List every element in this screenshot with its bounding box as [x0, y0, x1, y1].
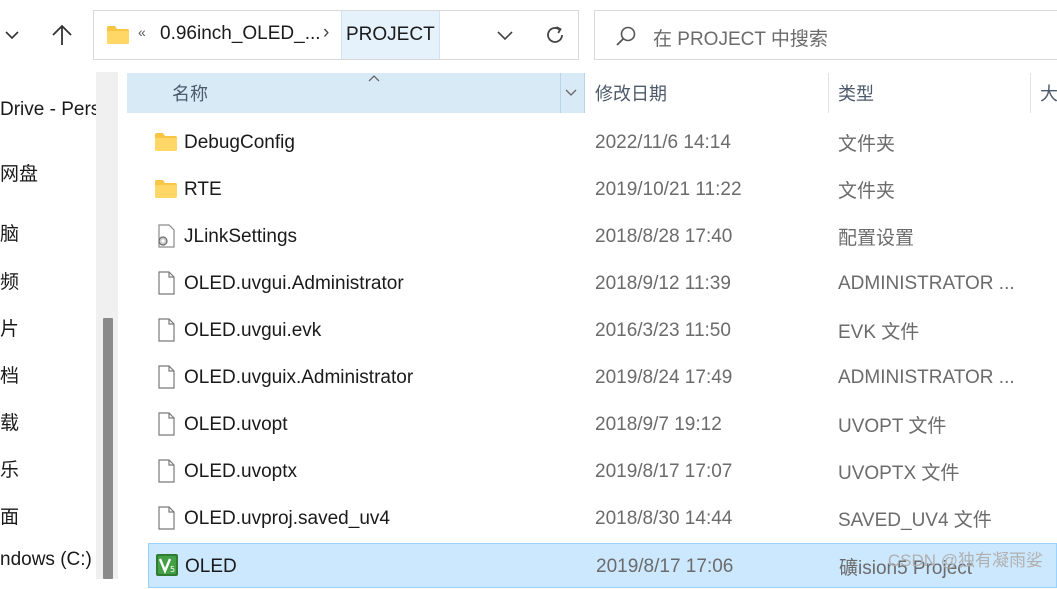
- recent-locations-button[interactable]: [0, 17, 30, 53]
- file-row[interactable]: JLinkSettings 2018/8/28 17:40 配置设置: [148, 214, 1057, 259]
- breadcrumb-parent[interactable]: 0.96inch_OLED_...: [160, 23, 321, 45]
- folder-icon: [155, 133, 177, 151]
- file-type: ADMINISTRATOR ...: [838, 366, 1015, 388]
- column-header-date[interactable]: 修改日期: [595, 73, 667, 113]
- column-divider[interactable]: [828, 73, 829, 113]
- watermark: CSDN @独有凝雨娑: [887, 551, 1043, 570]
- header-divider: [560, 73, 561, 113]
- sidebar-item-pictures[interactable]: 片: [0, 314, 19, 341]
- sidebar-item-music[interactable]: 乐: [0, 455, 19, 482]
- column-header-name-label: 名称: [172, 84, 208, 104]
- file-date: 2019/8/17 17:07: [595, 460, 733, 482]
- file-name: OLED.uvguix.Administrator: [184, 366, 414, 388]
- file-name: OLED.uvgui.evk: [184, 319, 322, 341]
- file-row[interactable]: OLED.uvoptx 2019/8/17 17:07 UVOPTX 文件: [148, 449, 1057, 494]
- address-history-button[interactable]: [487, 17, 523, 53]
- file-icon: [158, 412, 175, 436]
- file-type: 文件夹: [838, 181, 896, 202]
- search-box[interactable]: 在 PROJECT 中搜索: [594, 10, 1057, 60]
- column-header-type-label: 类型: [838, 84, 874, 104]
- chevron-down-icon[interactable]: [565, 89, 577, 97]
- folder-icon: [107, 26, 129, 44]
- file-icon: [158, 365, 175, 389]
- search-placeholder: 在 PROJECT 中搜索: [653, 29, 828, 50]
- file-row[interactable]: RTE 2019/10/21 11:22 文件夹: [148, 167, 1057, 212]
- settings-file-icon: [158, 224, 175, 248]
- column-header-size-label: 大: [1040, 84, 1057, 104]
- sidebar-item-this-pc[interactable]: 脑: [0, 219, 19, 246]
- sidebar-item-downloads[interactable]: 载: [0, 408, 19, 435]
- file-name: DebugConfig: [184, 131, 295, 153]
- file-date: 2019/8/17 17:06: [596, 555, 734, 577]
- up-button[interactable]: [44, 17, 80, 53]
- file-icon: [158, 506, 175, 530]
- column-header-size[interactable]: 大: [1040, 73, 1057, 113]
- file-name: OLED.uvopt: [184, 413, 288, 435]
- arrow-up-icon: [52, 24, 72, 45]
- keil-project-icon: 5: [156, 554, 178, 576]
- file-date: 2018/9/7 19:12: [595, 413, 722, 435]
- breadcrumb-separator[interactable]: ›: [323, 22, 329, 44]
- svg-text:5: 5: [170, 565, 175, 574]
- column-header-date-label: 修改日期: [595, 84, 667, 104]
- column-header-name[interactable]: 名称: [127, 73, 585, 113]
- sidebar-item-onedrive[interactable]: Drive - Pers: [0, 99, 100, 121]
- sidebar-item-documents[interactable]: 档: [0, 361, 19, 388]
- search-icon: [616, 26, 636, 46]
- file-type: SAVED_UV4 文件: [838, 510, 992, 531]
- file-row[interactable]: OLED.uvproj.saved_uv4 2018/8/30 14:44 SA…: [148, 496, 1057, 541]
- overflow-chevron[interactable]: «: [138, 24, 146, 40]
- refresh-icon: [547, 26, 563, 43]
- chevron-down-icon: [5, 31, 19, 40]
- file-type: UVOPTX 文件: [838, 463, 960, 484]
- file-icon: [158, 459, 175, 483]
- sidebar-item-videos[interactable]: 频: [0, 267, 19, 294]
- file-name: OLED.uvgui.Administrator: [184, 272, 404, 294]
- folder-icon: [155, 180, 177, 198]
- file-name: OLED.uvproj.saved_uv4: [184, 507, 390, 529]
- file-type: 配置设置: [838, 228, 915, 249]
- address-bar[interactable]: « 0.96inch_OLED_... › PROJECT: [93, 10, 579, 60]
- file-type: 文件夹: [838, 134, 896, 155]
- chevron-down-icon: [497, 31, 513, 41]
- file-row[interactable]: OLED.uvgui.evk 2016/3/23 11:50 EVK 文件: [148, 308, 1057, 353]
- navigation-bar: « 0.96inch_OLED_... › PROJECT 在 PROJECT …: [0, 0, 1057, 72]
- file-row[interactable]: OLED.uvguix.Administrator 2019/8/24 17:4…: [148, 355, 1057, 400]
- file-date: 2019/10/21 11:22: [595, 178, 742, 200]
- refresh-button[interactable]: [537, 17, 573, 53]
- file-icon: [158, 318, 175, 342]
- file-name: JLinkSettings: [184, 225, 298, 247]
- file-type: UVOPT 文件: [838, 416, 947, 437]
- file-type: EVK 文件: [838, 322, 920, 343]
- sidebar-item-drive-c[interactable]: ndows (C:): [0, 549, 92, 571]
- file-date: 2018/8/30 14:44: [595, 507, 733, 529]
- sidebar-item-desktop[interactable]: 面: [0, 502, 19, 529]
- file-date: 2022/11/6 14:14: [595, 131, 731, 153]
- column-divider[interactable]: [1030, 73, 1031, 113]
- column-header-type[interactable]: 类型: [838, 73, 874, 113]
- file-row[interactable]: OLED.uvopt 2018/9/7 19:12 UVOPT 文件: [148, 402, 1057, 447]
- file-name: RTE: [184, 178, 222, 200]
- file-name: OLED: [185, 555, 237, 577]
- file-date: 2018/9/12 11:39: [595, 272, 731, 294]
- breadcrumb-current[interactable]: PROJECT: [341, 11, 440, 59]
- breadcrumb-current-label: PROJECT: [346, 24, 435, 45]
- file-type: ADMINISTRATOR ...: [838, 272, 1015, 294]
- file-row[interactable]: OLED.uvgui.Administrator 2018/9/12 11:39…: [148, 261, 1057, 306]
- file-row[interactable]: DebugConfig 2022/11/6 14:14 文件夹: [148, 120, 1057, 165]
- file-date: 2019/8/24 17:49: [595, 366, 733, 388]
- file-date: 2016/3/23 11:50: [595, 319, 731, 341]
- file-icon: [158, 271, 175, 295]
- sidebar-item-netdisk[interactable]: 网盘: [0, 159, 38, 186]
- file-date: 2018/8/28 17:40: [595, 225, 733, 247]
- sidebar-scrollbar-thumb[interactable]: [103, 318, 113, 579]
- sort-ascending-icon: [368, 75, 380, 82]
- file-name: OLED.uvoptx: [184, 460, 297, 482]
